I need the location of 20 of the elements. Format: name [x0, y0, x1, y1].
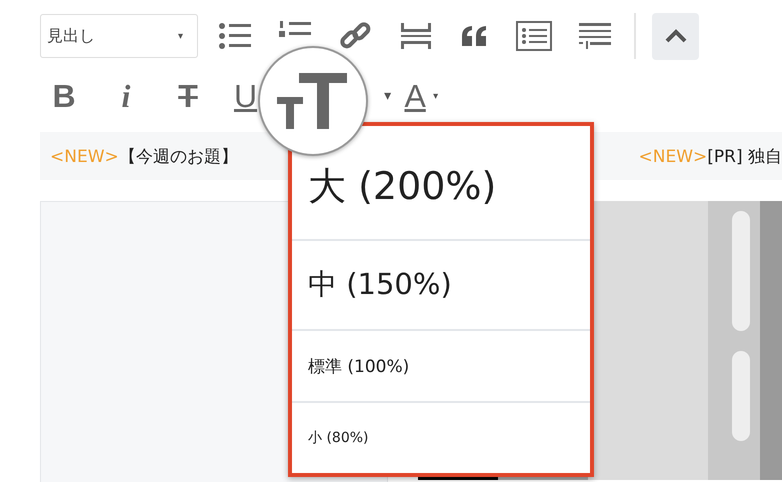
strike-button[interactable]: T — [172, 78, 204, 114]
link-icon[interactable] — [338, 21, 372, 51]
menu-item[interactable]: 標準 (100%) — [292, 331, 590, 403]
list-box-icon[interactable] — [516, 21, 552, 51]
collapse-button[interactable] — [652, 12, 699, 60]
caret-icon: ▾ — [433, 90, 438, 102]
underline-button[interactable]: U — [234, 78, 258, 114]
menu-item[interactable]: 中 (150%) — [292, 241, 590, 331]
chevron-up-icon — [664, 29, 686, 43]
bulleted-list-icon[interactable] — [218, 22, 252, 50]
italic-button[interactable]: i — [110, 78, 142, 114]
more-toolbar-icon[interactable] — [578, 22, 612, 50]
text-color-button[interactable]: A — [399, 78, 432, 114]
caret-icon: ▾ — [384, 88, 392, 104]
menu-item[interactable]: 小 (80%) — [292, 403, 590, 473]
bold-button[interactable]: B — [48, 78, 80, 114]
heading-select[interactable]: 見出し ▾ — [40, 14, 198, 58]
ticker-link[interactable]: <NEW>[PR] 独自 — [628, 144, 782, 168]
page-break-icon[interactable] — [398, 21, 434, 51]
ticker-link[interactable]: <NEW>【今週のお題】 — [40, 144, 238, 168]
